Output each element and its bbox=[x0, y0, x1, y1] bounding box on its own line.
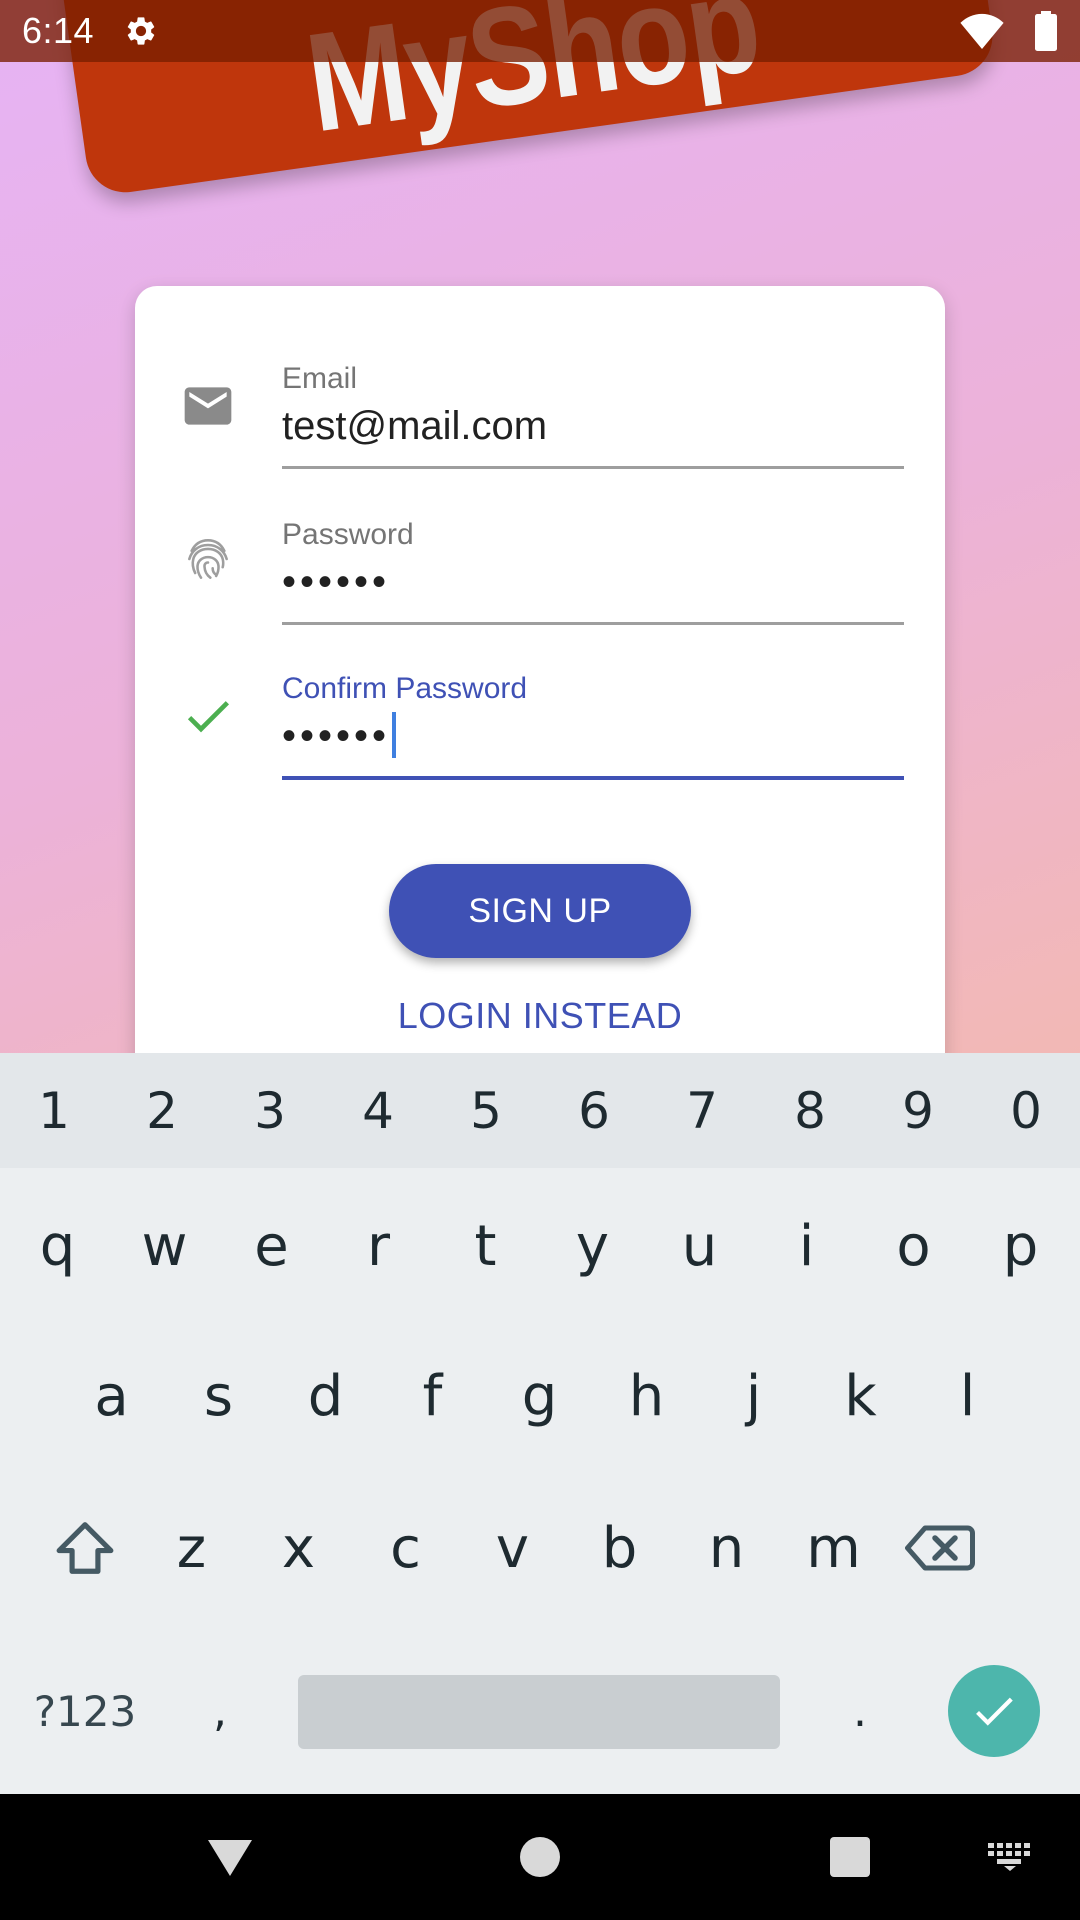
key-f[interactable]: f bbox=[379, 1321, 486, 1471]
key-w[interactable]: w bbox=[111, 1171, 218, 1321]
symbols-key[interactable]: ?123 bbox=[20, 1645, 150, 1777]
comma-key[interactable]: , bbox=[175, 1645, 265, 1777]
key-y[interactable]: y bbox=[539, 1171, 646, 1321]
key-2[interactable]: 2 bbox=[108, 1053, 216, 1168]
key-g[interactable]: g bbox=[486, 1321, 593, 1471]
login-instead-link[interactable]: LOGIN INSTEAD bbox=[0, 995, 1080, 1037]
email-label: Email bbox=[282, 362, 358, 395]
key-o[interactable]: o bbox=[860, 1171, 967, 1321]
key-d[interactable]: d bbox=[272, 1321, 379, 1471]
key-a[interactable]: a bbox=[58, 1321, 165, 1471]
navigation-bar bbox=[0, 1794, 1080, 1920]
key-v[interactable]: v bbox=[459, 1473, 566, 1623]
password-field[interactable]: Password •••••• bbox=[282, 518, 904, 628]
battery-icon bbox=[1035, 11, 1057, 51]
keyboard-row-2: a s d f g h j k l bbox=[58, 1321, 1021, 1471]
confirm-password-input[interactable]: •••••• bbox=[282, 712, 397, 759]
key-t[interactable]: t bbox=[432, 1171, 539, 1321]
email-input[interactable]: test@mail.com bbox=[282, 404, 547, 449]
key-j[interactable]: j bbox=[700, 1321, 807, 1471]
key-6[interactable]: 6 bbox=[540, 1053, 648, 1168]
key-x[interactable]: x bbox=[245, 1473, 352, 1623]
wifi-icon bbox=[960, 13, 1004, 49]
key-n[interactable]: n bbox=[673, 1473, 780, 1623]
screen: 6:14 MyShop Email test@mail.com Password… bbox=[0, 0, 1080, 1920]
key-p[interactable]: p bbox=[967, 1171, 1074, 1321]
keyboard-row-3: z x c v b n m bbox=[32, 1473, 993, 1623]
key-c[interactable]: c bbox=[352, 1473, 459, 1623]
home-button[interactable] bbox=[490, 1794, 590, 1920]
key-b[interactable]: b bbox=[566, 1473, 673, 1623]
space-key[interactable] bbox=[298, 1675, 780, 1749]
status-bar: 6:14 bbox=[0, 0, 1080, 62]
back-button[interactable] bbox=[180, 1794, 280, 1920]
key-3[interactable]: 3 bbox=[216, 1053, 324, 1168]
check-icon bbox=[187, 701, 229, 733]
key-e[interactable]: e bbox=[218, 1171, 325, 1321]
key-9[interactable]: 9 bbox=[864, 1053, 972, 1168]
status-right bbox=[960, 11, 1058, 51]
email-field[interactable]: Email test@mail.com bbox=[282, 362, 904, 472]
shift-key[interactable] bbox=[32, 1473, 138, 1623]
key-7[interactable]: 7 bbox=[648, 1053, 756, 1168]
key-h[interactable]: h bbox=[593, 1321, 700, 1471]
key-l[interactable]: l bbox=[914, 1321, 1021, 1471]
key-m[interactable]: m bbox=[780, 1473, 887, 1623]
email-underline bbox=[282, 466, 904, 469]
keyboard-switch-icon bbox=[988, 1843, 1030, 1871]
key-z[interactable]: z bbox=[138, 1473, 245, 1623]
key-r[interactable]: r bbox=[325, 1171, 432, 1321]
signup-button[interactable]: SIGN UP bbox=[389, 864, 691, 958]
key-i[interactable]: i bbox=[753, 1171, 860, 1321]
backspace-key[interactable] bbox=[887, 1473, 993, 1623]
shift-icon bbox=[56, 1522, 114, 1574]
mail-icon bbox=[184, 387, 232, 425]
key-8[interactable]: 8 bbox=[756, 1053, 864, 1168]
recents-button[interactable] bbox=[800, 1794, 900, 1920]
password-label: Password bbox=[282, 518, 414, 551]
login-instead-label[interactable]: LOGIN INSTEAD bbox=[398, 995, 683, 1036]
confirm-password-value: •••••• bbox=[282, 714, 391, 758]
key-1[interactable]: 1 bbox=[0, 1053, 108, 1168]
keyboard-switch-button[interactable] bbox=[970, 1794, 1050, 1920]
confirm-password-underline bbox=[282, 776, 904, 780]
keyboard-number-row: 1 2 3 4 5 6 7 8 9 0 bbox=[0, 1053, 1080, 1168]
fingerprint-icon bbox=[188, 539, 228, 579]
key-s[interactable]: s bbox=[165, 1321, 272, 1471]
done-key[interactable] bbox=[948, 1665, 1040, 1757]
key-4[interactable]: 4 bbox=[324, 1053, 432, 1168]
keyboard-row-1: q w e r t y u i o p bbox=[4, 1171, 1074, 1321]
check-icon bbox=[976, 1697, 1013, 1726]
status-time: 6:14 bbox=[22, 10, 95, 51]
key-5[interactable]: 5 bbox=[432, 1053, 540, 1168]
key-q[interactable]: q bbox=[4, 1171, 111, 1321]
key-k[interactable]: k bbox=[807, 1321, 914, 1471]
key-0[interactable]: 0 bbox=[972, 1053, 1080, 1168]
confirm-password-label: Confirm Password bbox=[282, 672, 528, 705]
key-u[interactable]: u bbox=[646, 1171, 753, 1321]
recents-icon bbox=[830, 1837, 870, 1877]
home-icon bbox=[520, 1837, 560, 1877]
soft-keyboard: 1 2 3 4 5 6 7 8 9 0 q w e r t y u i o p … bbox=[0, 1053, 1080, 1794]
text-caret bbox=[392, 712, 397, 759]
password-input[interactable]: •••••• bbox=[282, 560, 390, 605]
keyboard-row-4: ?123 , . bbox=[0, 1645, 1080, 1777]
password-underline bbox=[282, 622, 904, 625]
backspace-icon bbox=[905, 1525, 975, 1571]
gear-icon bbox=[127, 17, 155, 45]
confirm-password-field[interactable]: Confirm Password •••••• bbox=[282, 672, 904, 784]
period-key[interactable]: . bbox=[815, 1645, 905, 1777]
back-icon bbox=[208, 1840, 252, 1876]
